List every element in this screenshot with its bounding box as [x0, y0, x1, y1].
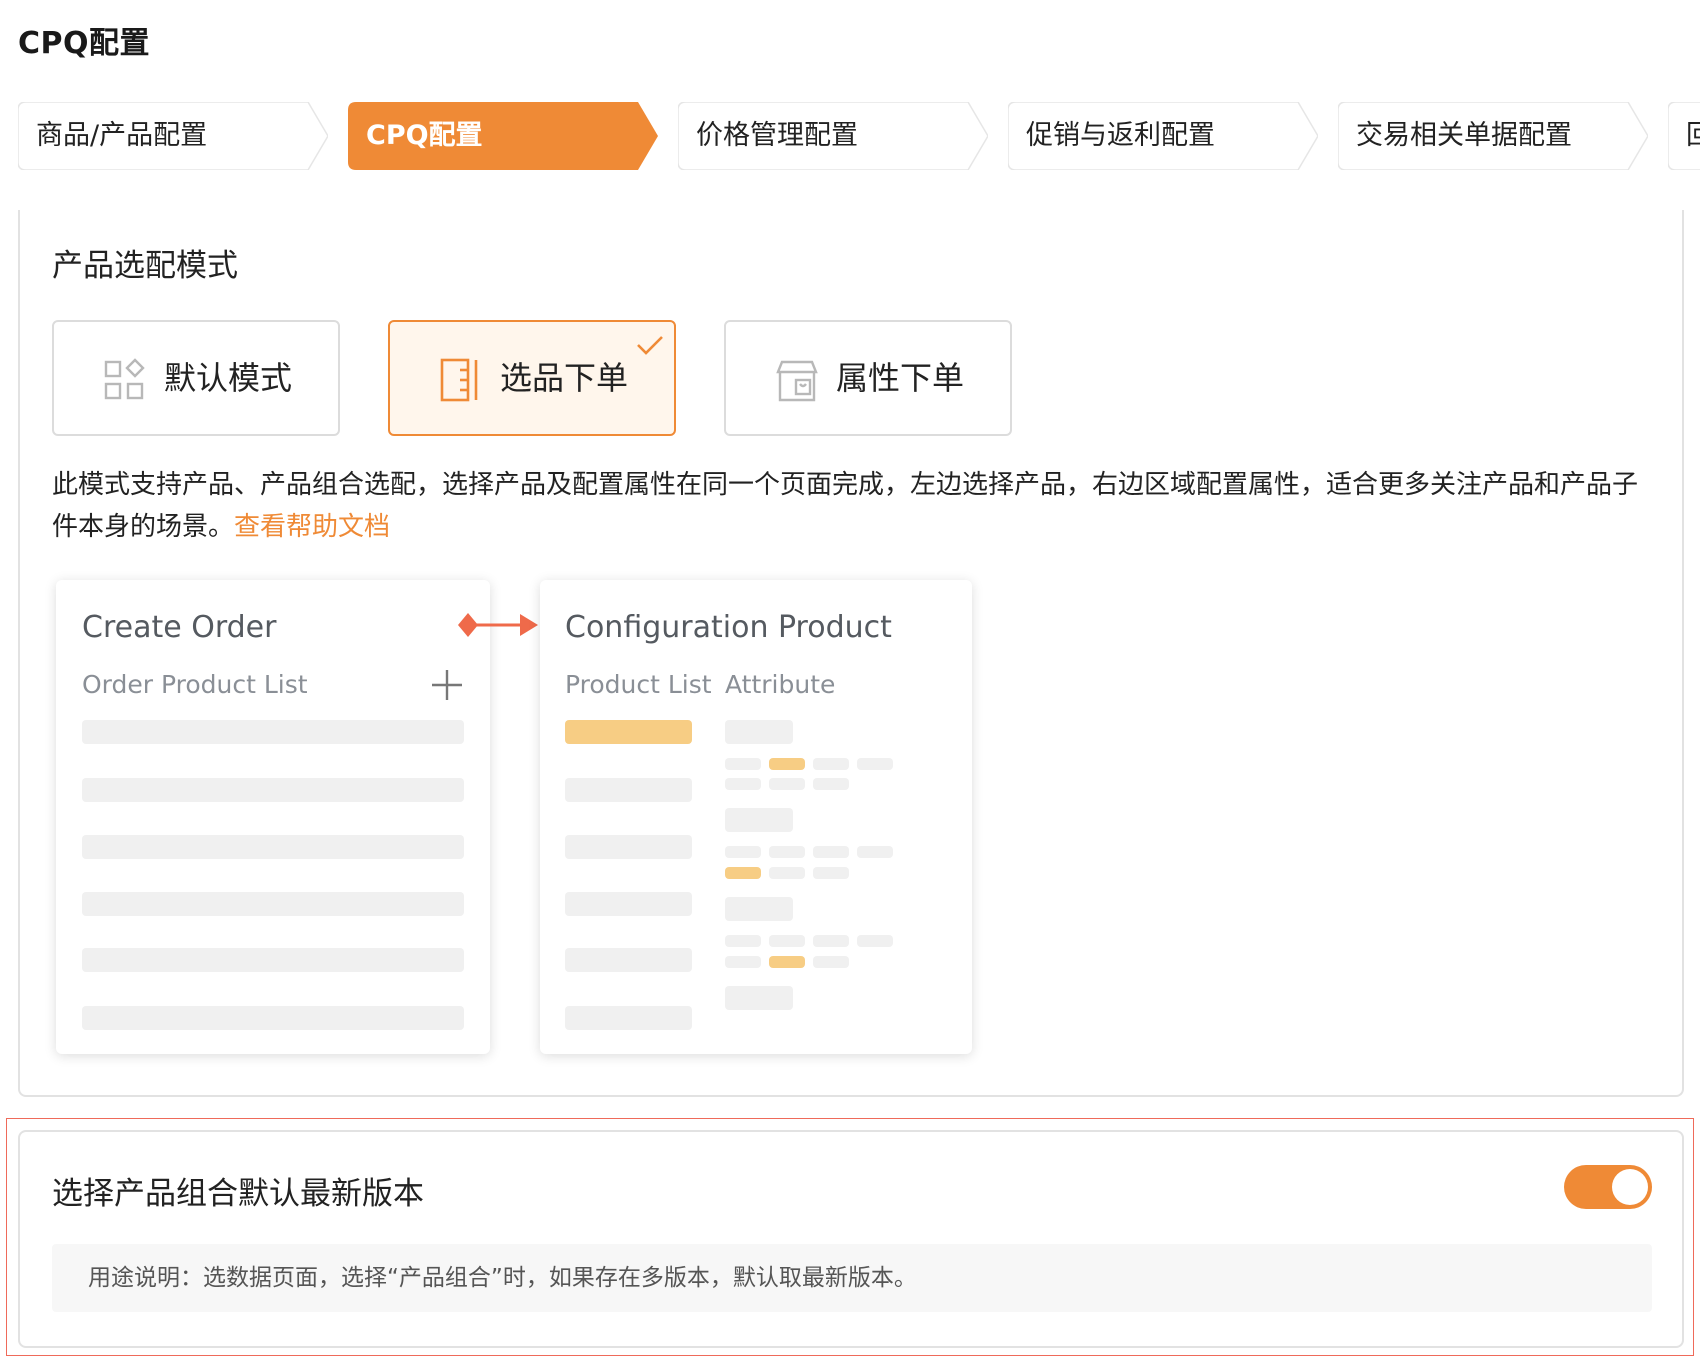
illustration-product-list-tab: Product List [565, 670, 712, 699]
attribute-chip-selected [769, 758, 805, 770]
step-more[interactable]: 回 [1668, 102, 1700, 170]
placeholder-bar [82, 892, 464, 916]
latest-version-panel [18, 1130, 1684, 1348]
check-icon [637, 336, 663, 355]
attribute-group-bar [725, 986, 793, 1010]
placeholder-bar [565, 1006, 692, 1030]
placeholder-bar [82, 1006, 464, 1030]
placeholder-bar [565, 835, 692, 859]
attribute-chip [725, 846, 761, 858]
selection-mode-title: 产品选配模式 [52, 248, 238, 284]
attribute-chip [769, 846, 805, 858]
attribute-chip [769, 778, 805, 790]
step-label: 促销与返利配置 [1026, 120, 1215, 151]
mode-label: 属性下单 [836, 359, 965, 397]
placeholder-bar [82, 835, 464, 859]
attribute-chip-selected [769, 956, 805, 968]
mode-label: 选品下单 [500, 359, 629, 397]
attribute-chip [725, 935, 761, 947]
mode-label: 默认模式 [164, 359, 293, 397]
toggle-knob [1612, 1169, 1648, 1205]
placeholder-bar [82, 948, 464, 972]
grid-icon [104, 358, 145, 400]
store-bag-icon [776, 360, 818, 402]
mode-option-product-order[interactable]: 选品下单 [388, 320, 676, 436]
step-price-config[interactable]: 价格管理配置 [678, 102, 988, 170]
step-label: CPQ配置 [366, 120, 483, 151]
illustration-create-order [56, 580, 490, 1054]
placeholder-bar-selected [565, 720, 692, 744]
attribute-chip [813, 846, 849, 858]
mode-option-attribute-order[interactable]: 属性下单 [724, 320, 1012, 436]
step-label: 回 [1686, 120, 1700, 151]
attribute-chip [857, 846, 893, 858]
placeholder-bar [565, 892, 692, 916]
attribute-chip [725, 758, 761, 770]
step-cpq-config[interactable]: CPQ配置 [348, 102, 658, 170]
step-nav: 商品/产品配置 CPQ配置 价格管理配置 促销与返利配置 交易相关单据配置 回 [0, 100, 1700, 172]
placeholder-bar [82, 720, 464, 744]
step-promotion-config[interactable]: 促销与返利配置 [1008, 102, 1318, 170]
attribute-chip [813, 867, 849, 879]
plus-icon [432, 670, 462, 700]
attribute-chip [769, 935, 805, 947]
attribute-chip [725, 778, 761, 790]
latest-version-title: 选择产品组合默认最新版本 [52, 1176, 424, 1212]
attribute-group-bar [725, 720, 793, 744]
placeholder-bar [565, 948, 692, 972]
attribute-chip [813, 758, 849, 770]
arrow-icon [458, 613, 538, 637]
step-label: 商品/产品配置 [36, 120, 208, 151]
placeholder-bar [565, 778, 692, 802]
latest-version-toggle[interactable] [1564, 1165, 1652, 1209]
attribute-chip [813, 778, 849, 790]
step-product-config[interactable]: 商品/产品配置 [18, 102, 328, 170]
attribute-chip [769, 867, 805, 879]
mode-description: 此模式支持产品、产品组合选配，选择产品及配置属性在同一个页面完成，左边选择产品，… [52, 464, 1662, 548]
step-label: 价格管理配置 [696, 120, 858, 151]
placeholder-bar [82, 778, 464, 802]
step-label: 交易相关单据配置 [1356, 120, 1572, 151]
illustration-order-product-list: Order Product List [82, 670, 308, 699]
attribute-chip [813, 956, 849, 968]
usage-note: 用途说明：选数据页面，选择“产品组合”时，如果存在多版本，默认取最新版本。 [52, 1244, 1652, 1312]
mode-option-default[interactable]: 默认模式 [52, 320, 340, 436]
list-panel-icon [440, 358, 478, 402]
attribute-chip [725, 956, 761, 968]
attribute-group-bar [725, 897, 793, 921]
step-trade-docs-config[interactable]: 交易相关单据配置 [1338, 102, 1648, 170]
attribute-group-bar [725, 808, 793, 832]
attribute-chip [813, 935, 849, 947]
page-title: CPQ配置 [18, 26, 151, 61]
help-doc-link[interactable]: 查看帮助文档 [234, 512, 390, 542]
illustration-attribute-tab: Attribute [725, 670, 836, 699]
usage-note-text: 用途说明：选数据页面，选择“产品组合”时，如果存在多版本，默认取最新版本。 [88, 1265, 917, 1291]
illustration-configuration-title: Configuration Product [565, 610, 892, 645]
illustration-create-order-title: Create Order [82, 610, 277, 645]
attribute-chip [857, 935, 893, 947]
attribute-chip-selected [725, 867, 761, 879]
attribute-chip [857, 758, 893, 770]
